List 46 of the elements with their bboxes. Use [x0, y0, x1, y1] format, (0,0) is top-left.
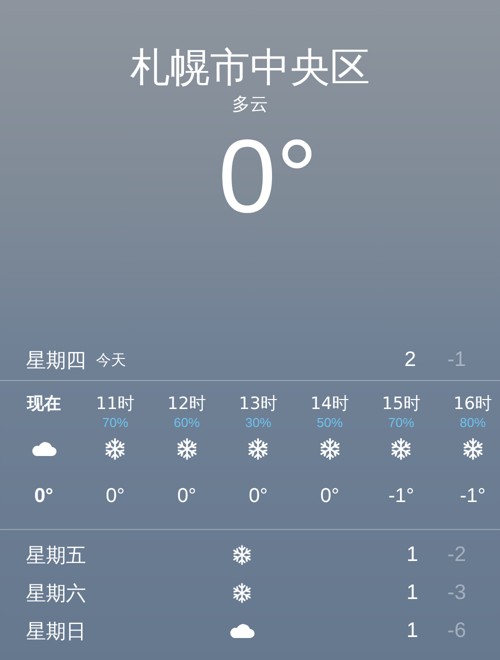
- precipitation-chance: 30%: [245, 415, 272, 431]
- high-temperature: 1: [406, 542, 418, 568]
- snowflake-icon: [246, 437, 270, 461]
- hour-temperature: 0°: [34, 484, 54, 509]
- day-name: 星期五: [26, 542, 87, 569]
- current-temperature: 0°: [217, 122, 318, 232]
- hour-label: 13时: [238, 393, 278, 415]
- snowflake-icon: [318, 437, 342, 461]
- low-temperature: -1: [446, 347, 466, 374]
- hour-label: 16时: [453, 393, 492, 415]
- hour-temperature: 0°: [320, 484, 340, 509]
- snowflake-icon: [389, 437, 414, 461]
- precipitation-chance: 70%: [388, 415, 414, 431]
- weather-condition: 多云: [232, 94, 268, 116]
- precipitation-chance: 50%: [316, 415, 343, 431]
- hour-temperature: -1°: [388, 484, 414, 509]
- low-temperature: -3: [446, 580, 466, 606]
- city-name: 札幌市中央区: [130, 44, 370, 92]
- hour-label: 现在: [26, 393, 61, 415]
- snowflake-icon: [460, 437, 485, 461]
- day-name: 星期日: [26, 618, 87, 645]
- day-name: 星期六: [26, 580, 87, 607]
- high-temperature: 2: [403, 347, 416, 374]
- cloud-icon: [30, 441, 57, 457]
- hour-temperature: -1°: [460, 484, 486, 509]
- hour-label: 11时: [96, 393, 135, 415]
- day-name: 星期四: [26, 347, 86, 374]
- cloud-icon: [229, 623, 256, 639]
- precipitation-chance: 70%: [102, 415, 128, 431]
- low-temperature: -2: [446, 542, 466, 568]
- today-label: 今天: [96, 350, 126, 371]
- snowflake-icon: [231, 582, 254, 604]
- snowflake-icon: [231, 544, 254, 566]
- high-temperature: 1: [406, 618, 418, 644]
- high-temperature: 1: [406, 580, 418, 606]
- hour-temperature: 0°: [248, 484, 268, 509]
- hour-label: 14时: [310, 393, 350, 415]
- snowflake-icon: [103, 437, 128, 461]
- hour-label: 12时: [167, 393, 206, 415]
- hour-label: 15时: [382, 393, 421, 415]
- low-temperature: -6: [446, 618, 466, 644]
- hour-temperature: 0°: [106, 484, 125, 509]
- hour-temperature: 0°: [177, 484, 196, 509]
- precipitation-chance: 60%: [174, 415, 200, 431]
- precipitation-chance: 80%: [460, 415, 486, 431]
- snowflake-icon: [174, 437, 199, 461]
